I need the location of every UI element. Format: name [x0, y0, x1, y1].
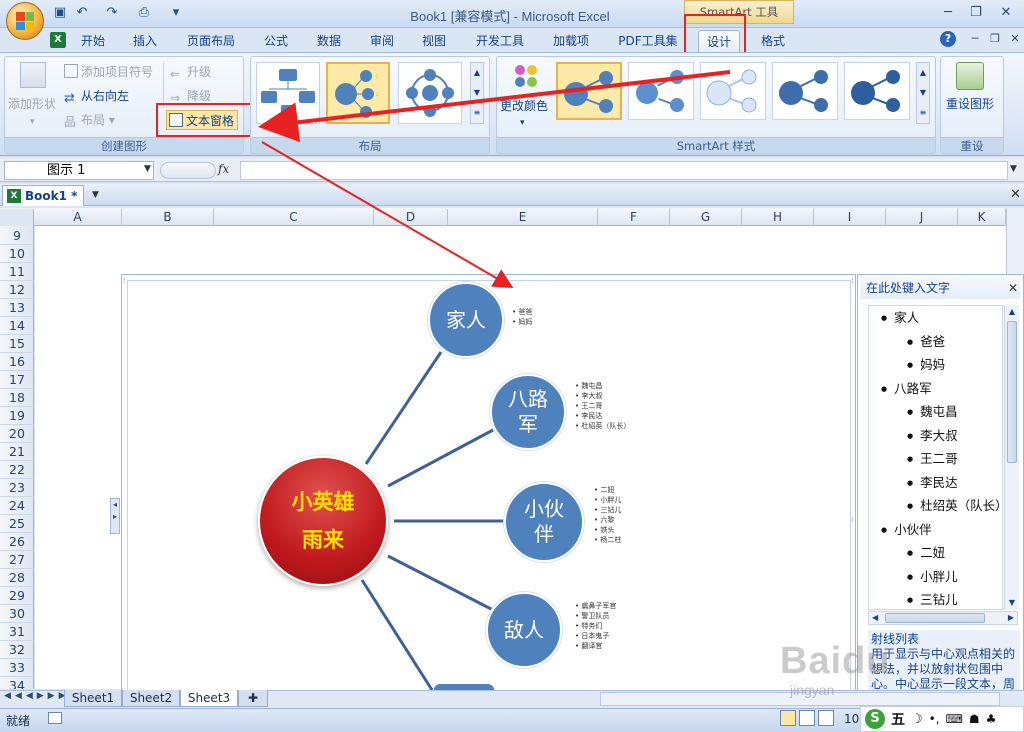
- zoom-level[interactable]: 10: [844, 712, 859, 726]
- status-ready: 就绪: [6, 714, 31, 728]
- page-layout-view-icon[interactable]: [799, 710, 815, 726]
- sheet-nav-arrows[interactable]: ◀◀◀▶▶▶: [4, 691, 70, 701]
- moon-icon[interactable]: ☽: [911, 712, 923, 727]
- user-icon[interactable]: ☗: [969, 712, 980, 726]
- ime-toolbar: S 五 ☽ •, ⌨ ☗ ♣: [860, 706, 1024, 732]
- skin-icon[interactable]: ♣: [986, 712, 997, 726]
- sheet-tab-1[interactable]: Sheet1: [64, 690, 122, 707]
- sheet-tab-2[interactable]: Sheet2: [122, 690, 180, 707]
- view-buttons: [780, 710, 838, 728]
- annotation-arrows: [258, 70, 731, 289]
- macro-record-icon[interactable]: [48, 712, 62, 724]
- insert-sheet-tab[interactable]: ✚: [238, 690, 268, 707]
- office-logo-icon: [16, 12, 34, 30]
- page-break-view-icon[interactable]: [818, 710, 834, 726]
- sheet-tab-3[interactable]: Sheet3: [180, 690, 238, 707]
- keyboard-icon[interactable]: ⌨: [946, 712, 963, 726]
- ime-logo-icon[interactable]: S: [865, 709, 885, 729]
- watermark-brand: Baidu: [780, 640, 891, 682]
- watermark-sub: jingyan: [790, 682, 835, 698]
- punctuation-icon[interactable]: •,: [929, 712, 940, 726]
- ime-mode[interactable]: 五: [891, 709, 905, 729]
- normal-view-icon[interactable]: [780, 710, 796, 726]
- office-button[interactable]: [6, 2, 44, 40]
